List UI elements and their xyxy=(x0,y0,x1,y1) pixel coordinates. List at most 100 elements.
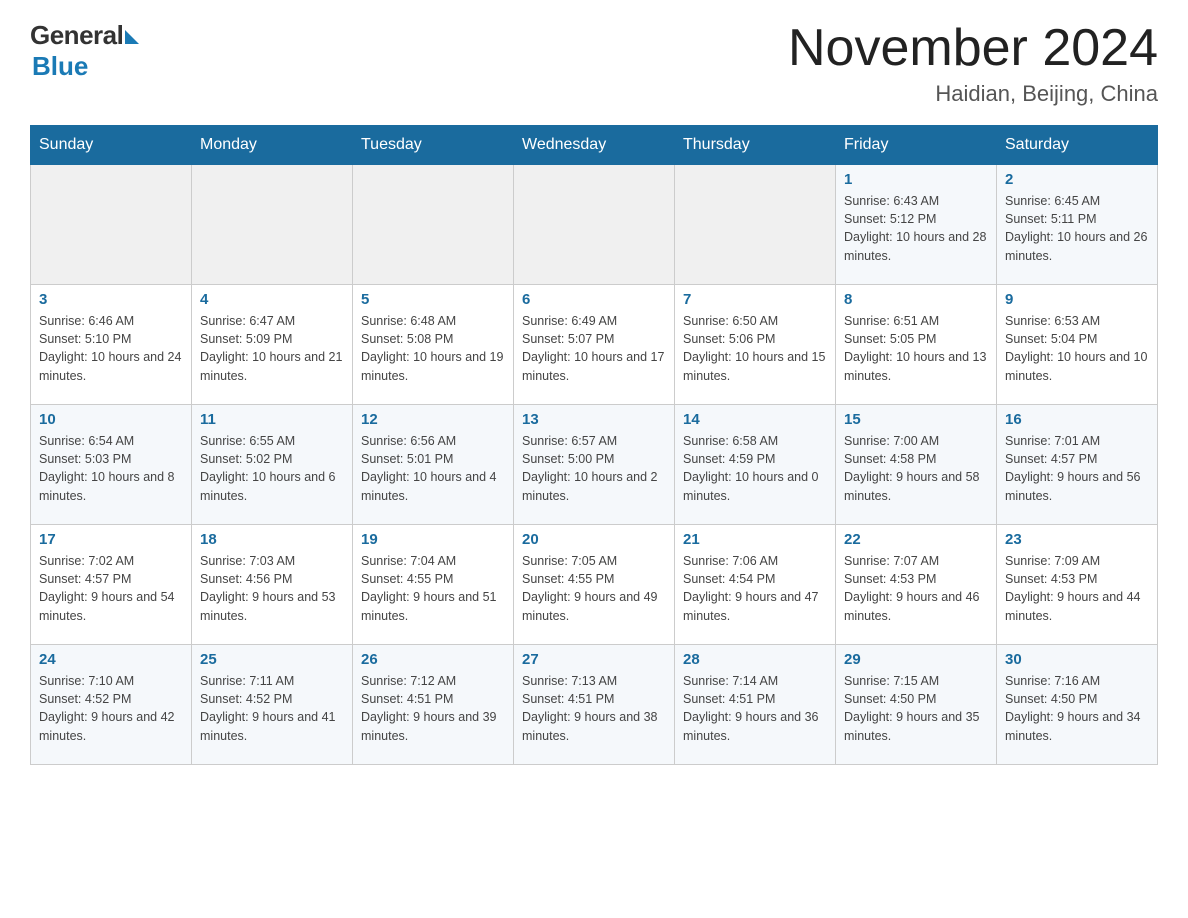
day-number: 16 xyxy=(1005,411,1149,428)
day-number: 2 xyxy=(1005,171,1149,188)
calendar-cell: 17 Sunrise: 7:02 AMSunset: 4:57 PMDayligh… xyxy=(31,525,192,645)
day-info: Sunrise: 6:46 AMSunset: 5:10 PMDaylight:… xyxy=(39,312,183,385)
calendar-cell: 12Sunrise: 6:56 AMSunset: 5:01 PMDayligh… xyxy=(353,405,514,525)
day-info: Sunrise: 6:48 AMSunset: 5:08 PMDaylight:… xyxy=(361,312,505,385)
calendar-cell: 24 Sunrise: 7:10 AMSunset: 4:52 PMDayligh… xyxy=(31,645,192,765)
calendar-cell: 2 Sunrise: 6:45 AMSunset: 5:11 PMDaylight… xyxy=(997,165,1158,285)
day-number: 18 xyxy=(200,531,344,548)
calendar-cell: 10 Sunrise: 6:54 AMSunset: 5:03 PMDayligh… xyxy=(31,405,192,525)
day-number: 19 xyxy=(361,531,505,548)
day-info: Sunrise: 7:03 AMSunset: 4:56 PMDaylight:… xyxy=(200,552,344,625)
weekday-header-friday: Friday xyxy=(836,126,997,165)
calendar-cell: 21Sunrise: 7:06 AMSunset: 4:54 PMDayligh… xyxy=(675,525,836,645)
calendar-cell: 3 Sunrise: 6:46 AMSunset: 5:10 PMDaylight… xyxy=(31,285,192,405)
day-info: Sunrise: 7:06 AMSunset: 4:54 PMDaylight:… xyxy=(683,552,827,625)
logo-general-text: General xyxy=(30,20,123,51)
calendar-cell: 28 Sunrise: 7:14 AMSunset: 4:51 PMDayligh… xyxy=(675,645,836,765)
day-number: 20 xyxy=(522,531,666,548)
calendar-cell: 15Sunrise: 7:00 AMSunset: 4:58 PMDayligh… xyxy=(836,405,997,525)
location-subtitle: Haidian, Beijing, China xyxy=(788,81,1158,107)
weekday-header-tuesday: Tuesday xyxy=(353,126,514,165)
page-header: General Blue November 2024 Haidian, Beij… xyxy=(30,20,1158,107)
day-number: 4 xyxy=(200,291,344,308)
day-info: Sunrise: 7:12 AMSunset: 4:51 PMDaylight:… xyxy=(361,672,505,745)
day-info: Sunrise: 6:50 AMSunset: 5:06 PMDaylight:… xyxy=(683,312,827,385)
calendar-cell: 23 Sunrise: 7:09 AMSunset: 4:53 PMDayligh… xyxy=(997,525,1158,645)
day-number: 14 xyxy=(683,411,827,428)
day-number: 11 xyxy=(200,411,344,428)
calendar-cell xyxy=(31,165,192,285)
calendar-cell: 27 Sunrise: 7:13 AMSunset: 4:51 PMDayligh… xyxy=(514,645,675,765)
day-info: Sunrise: 6:58 AMSunset: 4:59 PMDaylight:… xyxy=(683,432,827,505)
day-info: Sunrise: 7:00 AMSunset: 4:58 PMDaylight:… xyxy=(844,432,988,505)
calendar-cell: 7 Sunrise: 6:50 AMSunset: 5:06 PMDaylight… xyxy=(675,285,836,405)
day-number: 29 xyxy=(844,651,988,668)
calendar-cell: 13 Sunrise: 6:57 AMSunset: 5:00 PMDayligh… xyxy=(514,405,675,525)
calendar-cell: 5 Sunrise: 6:48 AMSunset: 5:08 PMDaylight… xyxy=(353,285,514,405)
day-info: Sunrise: 6:47 AMSunset: 5:09 PMDaylight:… xyxy=(200,312,344,385)
day-number: 8 xyxy=(844,291,988,308)
day-info: Sunrise: 6:51 AMSunset: 5:05 PMDaylight:… xyxy=(844,312,988,385)
calendar-cell: 19 Sunrise: 7:04 AMSunset: 4:55 PMDayligh… xyxy=(353,525,514,645)
day-number: 3 xyxy=(39,291,183,308)
calendar-cell: 30Sunrise: 7:16 AMSunset: 4:50 PMDayligh… xyxy=(997,645,1158,765)
calendar-cell: 1 Sunrise: 6:43 AMSunset: 5:12 PMDaylight… xyxy=(836,165,997,285)
day-info: Sunrise: 7:05 AMSunset: 4:55 PMDaylight:… xyxy=(522,552,666,625)
day-info: Sunrise: 6:43 AMSunset: 5:12 PMDaylight:… xyxy=(844,192,988,265)
day-number: 13 xyxy=(522,411,666,428)
calendar-cell: 8 Sunrise: 6:51 AMSunset: 5:05 PMDaylight… xyxy=(836,285,997,405)
calendar-cell: 14 Sunrise: 6:58 AMSunset: 4:59 PMDayligh… xyxy=(675,405,836,525)
day-info: Sunrise: 6:49 AMSunset: 5:07 PMDaylight:… xyxy=(522,312,666,385)
calendar-cell: 6 Sunrise: 6:49 AMSunset: 5:07 PMDaylight… xyxy=(514,285,675,405)
day-number: 10 xyxy=(39,411,183,428)
calendar-cell: 26 Sunrise: 7:12 AMSunset: 4:51 PMDayligh… xyxy=(353,645,514,765)
calendar-table: SundayMondayTuesdayWednesdayThursdayFrid… xyxy=(30,125,1158,765)
day-number: 7 xyxy=(683,291,827,308)
calendar-cell: 9 Sunrise: 6:53 AMSunset: 5:04 PMDaylight… xyxy=(997,285,1158,405)
day-info: Sunrise: 7:15 AMSunset: 4:50 PMDaylight:… xyxy=(844,672,988,745)
day-info: Sunrise: 7:02 AMSunset: 4:57 PMDaylight:… xyxy=(39,552,183,625)
day-info: Sunrise: 6:54 AMSunset: 5:03 PMDaylight:… xyxy=(39,432,183,505)
day-info: Sunrise: 6:57 AMSunset: 5:00 PMDaylight:… xyxy=(522,432,666,505)
logo: General Blue xyxy=(30,20,139,82)
calendar-cell: 18 Sunrise: 7:03 AMSunset: 4:56 PMDayligh… xyxy=(192,525,353,645)
day-number: 26 xyxy=(361,651,505,668)
day-number: 27 xyxy=(522,651,666,668)
calendar-cell xyxy=(514,165,675,285)
weekday-header-row: SundayMondayTuesdayWednesdayThursdayFrid… xyxy=(31,126,1158,165)
logo-blue-text: Blue xyxy=(32,51,88,82)
month-year-title: November 2024 xyxy=(788,20,1158,77)
day-info: Sunrise: 6:56 AMSunset: 5:01 PMDaylight:… xyxy=(361,432,505,505)
day-info: Sunrise: 7:09 AMSunset: 4:53 PMDaylight:… xyxy=(1005,552,1149,625)
week-row-1: 1 Sunrise: 6:43 AMSunset: 5:12 PMDaylight… xyxy=(31,165,1158,285)
day-number: 1 xyxy=(844,171,988,188)
day-number: 17 xyxy=(39,531,183,548)
day-number: 22 xyxy=(844,531,988,548)
calendar-cell: 25 Sunrise: 7:11 AMSunset: 4:52 PMDayligh… xyxy=(192,645,353,765)
day-number: 5 xyxy=(361,291,505,308)
day-info: Sunrise: 7:04 AMSunset: 4:55 PMDaylight:… xyxy=(361,552,505,625)
day-number: 25 xyxy=(200,651,344,668)
calendar-cell xyxy=(353,165,514,285)
day-info: Sunrise: 7:07 AMSunset: 4:53 PMDaylight:… xyxy=(844,552,988,625)
week-row-3: 10 Sunrise: 6:54 AMSunset: 5:03 PMDayligh… xyxy=(31,405,1158,525)
calendar-cell: 11Sunrise: 6:55 AMSunset: 5:02 PMDayligh… xyxy=(192,405,353,525)
week-row-4: 17 Sunrise: 7:02 AMSunset: 4:57 PMDayligh… xyxy=(31,525,1158,645)
title-area: November 2024 Haidian, Beijing, China xyxy=(788,20,1158,107)
day-number: 6 xyxy=(522,291,666,308)
day-info: Sunrise: 7:14 AMSunset: 4:51 PMDaylight:… xyxy=(683,672,827,745)
day-info: Sunrise: 6:45 AMSunset: 5:11 PMDaylight:… xyxy=(1005,192,1149,265)
day-info: Sunrise: 7:11 AMSunset: 4:52 PMDaylight:… xyxy=(200,672,344,745)
calendar-cell: 20 Sunrise: 7:05 AMSunset: 4:55 PMDayligh… xyxy=(514,525,675,645)
week-row-2: 3 Sunrise: 6:46 AMSunset: 5:10 PMDaylight… xyxy=(31,285,1158,405)
day-number: 28 xyxy=(683,651,827,668)
day-number: 9 xyxy=(1005,291,1149,308)
day-info: Sunrise: 6:53 AMSunset: 5:04 PMDaylight:… xyxy=(1005,312,1149,385)
day-info: Sunrise: 7:16 AMSunset: 4:50 PMDaylight:… xyxy=(1005,672,1149,745)
day-info: Sunrise: 7:13 AMSunset: 4:51 PMDaylight:… xyxy=(522,672,666,745)
weekday-header-sunday: Sunday xyxy=(31,126,192,165)
day-number: 24 xyxy=(39,651,183,668)
day-info: Sunrise: 7:10 AMSunset: 4:52 PMDaylight:… xyxy=(39,672,183,745)
calendar-body: 1 Sunrise: 6:43 AMSunset: 5:12 PMDaylight… xyxy=(31,165,1158,765)
day-number: 23 xyxy=(1005,531,1149,548)
